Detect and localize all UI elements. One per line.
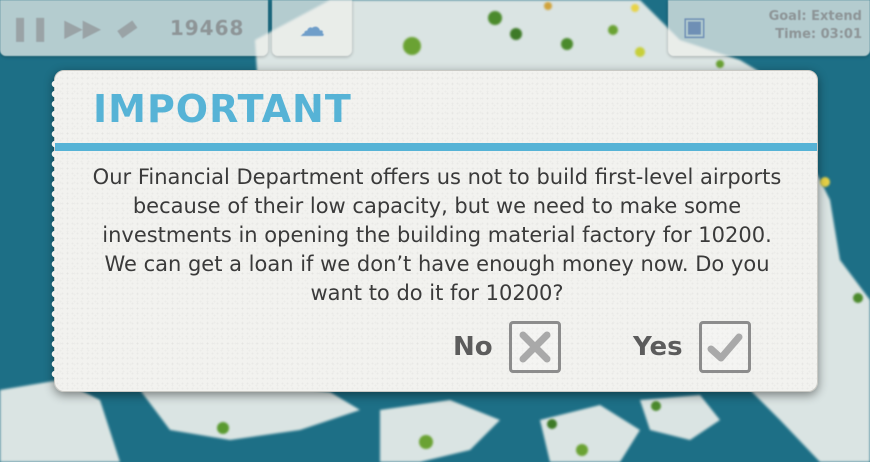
dialog-title: IMPORTANT	[93, 87, 352, 131]
weather-panel[interactable]: ☁	[272, 0, 352, 56]
rain-cloud-icon: ☁	[299, 13, 325, 43]
no-label: No	[453, 332, 493, 362]
goal-text: Goal: Extend Time: 03:01	[769, 8, 862, 44]
checkmark-icon	[707, 333, 743, 362]
goal-panel[interactable]: ▣ Goal: Extend Time: 03:01	[668, 0, 870, 56]
no-button[interactable]: No	[453, 321, 561, 373]
time-line: Time: 03:01	[775, 27, 862, 42]
money-counter: 19468	[169, 16, 245, 40]
yes-label: Yes	[633, 332, 683, 362]
dialog-message: Our Financial Department offers us not t…	[92, 165, 782, 305]
clipboard-icon: ▣	[682, 12, 707, 42]
important-dialog: IMPORTANT Our Financial Department offer…	[49, 70, 818, 392]
cross-icon	[519, 331, 551, 363]
fast-forward-icon[interactable]: ▶▶	[64, 14, 101, 42]
goal-line: Goal: Extend	[768, 9, 862, 24]
pause-icon[interactable]: ❚❚	[10, 14, 50, 42]
top-left-hud-panel: ❚❚ ▶▶ ▬ 19468	[0, 0, 268, 56]
checkmark-checkbox-icon[interactable]	[698, 321, 751, 373]
title-divider	[55, 143, 817, 151]
yes-button[interactable]: Yes	[633, 321, 751, 373]
banknote-icon: ▬	[109, 10, 144, 46]
cross-checkbox-icon[interactable]	[508, 321, 561, 373]
